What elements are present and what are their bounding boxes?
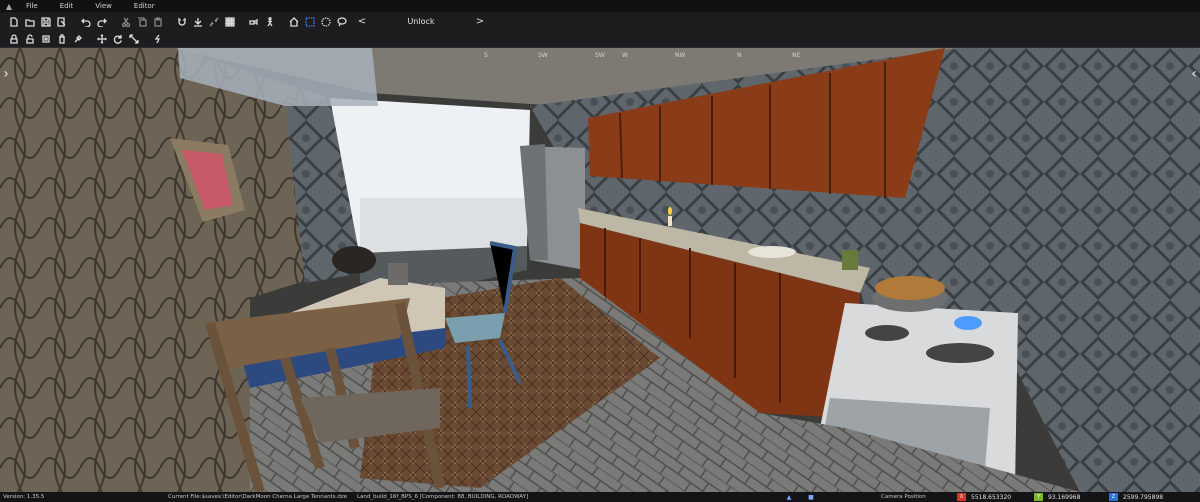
x-axis-badge: X [957, 493, 966, 501]
kitchen-scene[interactable] [0, 48, 1200, 492]
menu-editor[interactable]: Editor [123, 2, 166, 10]
object-info-text: Land_build_16f_BPS_6 [Component: 88, BUI… [357, 494, 529, 500]
box-select-icon[interactable] [302, 14, 318, 29]
menu-file[interactable]: File [16, 2, 49, 10]
camera-x-field[interactable]: X 5518.653320 [957, 493, 1011, 501]
camera-position-label: Camera Position [881, 494, 926, 500]
compass-label: N [737, 52, 742, 59]
status-bar: Version: 1.35.5 Current File:$saves:\Edi… [0, 492, 1200, 502]
hide-icon[interactable] [38, 31, 54, 46]
scale-icon[interactable] [126, 31, 142, 46]
menu-edit[interactable]: Edit [49, 2, 85, 10]
cut-icon[interactable] [118, 14, 134, 29]
home-icon[interactable] [286, 14, 302, 29]
expand-right-panel-button[interactable]: ‹ [1188, 66, 1200, 82]
terrain-icon[interactable]: ▲ [784, 493, 794, 501]
toolbar: < Unlock > [0, 12, 1200, 48]
compass-label: SW [595, 52, 605, 59]
rotate-icon[interactable] [110, 31, 126, 46]
camera-x-value: 5518.653320 [971, 493, 1012, 501]
editor-window: ▲ File Edit View Editor < Unlock > S SW … [0, 0, 1200, 502]
compass-label: NW [675, 52, 686, 59]
app-logo-icon: ▲ [5, 1, 13, 11]
z-axis-badge: Z [1109, 493, 1118, 501]
lightning-icon[interactable] [150, 31, 166, 46]
redo-icon[interactable] [94, 14, 110, 29]
menu-bar: ▲ File Edit View Editor [0, 0, 1200, 12]
save-icon[interactable] [38, 14, 54, 29]
lasso-select-icon[interactable] [334, 14, 350, 29]
delete-icon[interactable] [54, 31, 70, 46]
version-text: Version: 1.35.5 [3, 494, 45, 500]
current-file-text: Current File:$saves:\Editor\DarkMoon Che… [168, 494, 348, 500]
camera-z-value: 2599.795898 [1123, 493, 1164, 501]
grid-icon[interactable] [222, 14, 238, 29]
unlock-icon[interactable] [22, 31, 38, 46]
toolbar-row-top [0, 13, 350, 30]
lock-prev-button[interactable]: < [356, 16, 368, 27]
collapse-icon[interactable] [206, 14, 222, 29]
expand-left-panel-button[interactable]: › [0, 66, 12, 82]
menu-view[interactable]: View [84, 2, 123, 10]
y-axis-badge: Y [1034, 493, 1043, 501]
lock-toggle-group: < Unlock > [356, 13, 486, 30]
unlock-button[interactable]: Unlock [407, 17, 434, 26]
lock-icon[interactable] [6, 31, 22, 46]
camera-speed-icon[interactable] [246, 14, 262, 29]
toolbar-row-bottom [0, 30, 166, 47]
compass-label: NE [792, 52, 801, 59]
compass-label: SW [538, 52, 548, 59]
compass-label: S [484, 52, 488, 59]
camera-y-value: 93.169968 [1048, 493, 1081, 501]
camera-y-field[interactable]: Y 93.169968 [1034, 493, 1080, 501]
move-icon[interactable] [94, 31, 110, 46]
new-file-icon[interactable] [6, 14, 22, 29]
paste-icon[interactable] [150, 14, 166, 29]
eyedropper-icon[interactable] [70, 31, 86, 46]
circle-select-icon[interactable] [318, 14, 334, 29]
3d-viewport[interactable]: S SW SW W NW N NE › ‹ [0, 48, 1200, 492]
snap-ground-icon[interactable] [190, 14, 206, 29]
undo-icon[interactable] [78, 14, 94, 29]
camera-z-field[interactable]: Z 2599.795898 [1109, 493, 1163, 501]
walk-icon[interactable] [262, 14, 278, 29]
compass-label: W [622, 52, 628, 59]
open-file-icon[interactable] [22, 14, 38, 29]
copy-icon[interactable] [134, 14, 150, 29]
lock-next-button[interactable]: > [474, 16, 486, 27]
magnet-icon[interactable] [174, 14, 190, 29]
camera-icon[interactable]: ■ [806, 493, 816, 501]
save-as-icon[interactable] [54, 14, 70, 29]
